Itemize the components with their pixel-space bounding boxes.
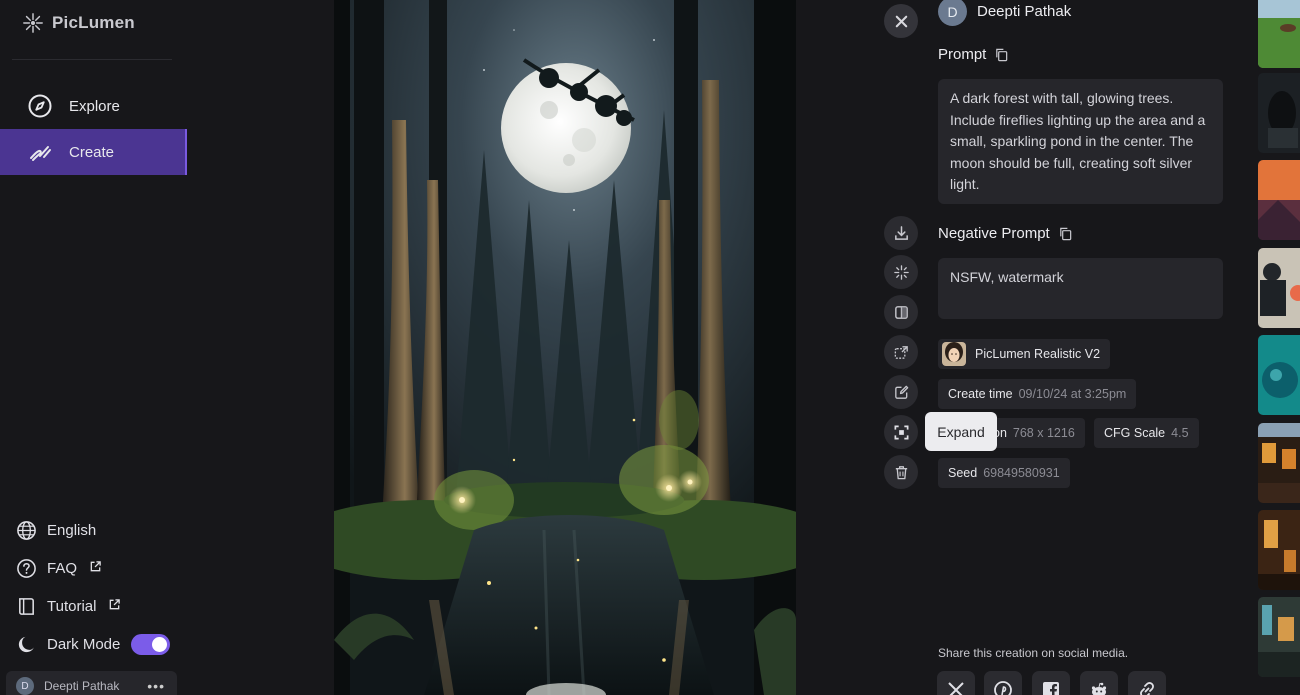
forest-artwork: [334, 0, 796, 695]
negative-prompt-text: NSFW, watermark: [938, 258, 1223, 319]
edit-button[interactable]: [884, 375, 918, 409]
seed-label: Seed: [948, 466, 978, 480]
thumbnail-item[interactable]: [1258, 335, 1300, 415]
thumbnail-item[interactable]: [1258, 423, 1300, 503]
compass-icon: [28, 94, 52, 118]
user-account-card[interactable]: D Deepti Pathak •••: [6, 671, 177, 695]
x-icon: [948, 682, 964, 695]
reddit-icon: [1091, 682, 1107, 695]
book-icon: [19, 597, 34, 615]
edit-icon: [894, 385, 908, 399]
share-link-button[interactable]: [1128, 671, 1166, 695]
prompt-title: Prompt: [938, 46, 987, 63]
create-time-label: Create time: [948, 387, 1013, 401]
vary-button[interactable]: [884, 255, 918, 289]
share-caption: Share this creation on social media.: [938, 646, 1129, 660]
avatar: D: [938, 0, 967, 26]
logo-icon: [23, 13, 43, 33]
expand-tooltip: Expand: [925, 412, 997, 451]
copy-icon[interactable]: [1058, 226, 1073, 241]
prompt-heading: Prompt: [938, 46, 1009, 63]
share-pinterest-button[interactable]: [984, 671, 1022, 695]
expand-button[interactable]: [884, 415, 918, 449]
app-logo[interactable]: PicLumen: [22, 10, 135, 36]
sidebar: PicLumen Explore Create English FAQ Tuto…: [0, 0, 187, 695]
resolution-value: 768 x 1216: [1012, 426, 1075, 440]
thumbnail-item[interactable]: [1258, 510, 1300, 590]
thumbnail-item[interactable]: [1258, 0, 1300, 68]
external-link-icon: [87, 560, 102, 577]
facebook-icon: [1043, 682, 1059, 695]
thumbnail-item[interactable]: [1258, 248, 1300, 328]
dark-mode-toggle[interactable]: [131, 634, 170, 655]
expand-icon: [894, 425, 908, 439]
close-icon: [895, 15, 907, 27]
avatar: D: [16, 677, 34, 695]
faq-link[interactable]: FAQ: [16, 555, 102, 581]
moon-icon: [18, 636, 34, 652]
trash-icon: [895, 465, 907, 479]
more-options-icon[interactable]: •••: [147, 678, 165, 694]
tutorial-link[interactable]: Tutorial: [16, 593, 121, 619]
thumbnail-item[interactable]: [1258, 597, 1300, 677]
link-icon: [1140, 682, 1154, 695]
share-reddit-button[interactable]: [1080, 671, 1118, 695]
model-thumbnail: [942, 342, 966, 366]
compare-button[interactable]: [884, 295, 918, 329]
share-x-button[interactable]: [937, 671, 975, 695]
prompt-text: A dark forest with tall, glowing trees. …: [938, 79, 1223, 204]
delete-button[interactable]: [884, 455, 918, 489]
create-time-chip: Create time 09/10/24 at 3:25pm: [938, 379, 1137, 409]
brush-icon: [30, 146, 51, 161]
model-name: PicLumen Realistic V2: [975, 347, 1101, 361]
nav-create-label: Create: [69, 143, 115, 161]
thumbnail-item[interactable]: [1258, 160, 1300, 240]
pinterest-icon: [994, 681, 1012, 695]
globe-icon: [17, 520, 36, 540]
cfg-scale-value: 4.5: [1171, 426, 1189, 440]
seed-chip: Seed 69849580931: [938, 458, 1070, 488]
upscale-button[interactable]: [884, 335, 918, 369]
compare-icon: [894, 305, 908, 319]
dark-mode-label: Dark Mode: [47, 635, 121, 653]
tutorial-label: Tutorial: [47, 597, 97, 615]
model-badge[interactable]: PicLumen Realistic V2: [938, 339, 1111, 369]
language-label: English: [47, 521, 97, 539]
nav-explore[interactable]: Explore: [0, 83, 187, 129]
share-facebook-button[interactable]: [1032, 671, 1070, 695]
download-icon: [894, 225, 908, 240]
upscale-icon: [894, 345, 908, 359]
cfg-scale-chip: CFG Scale 4.5: [1094, 418, 1199, 448]
app-name: PicLumen: [52, 13, 135, 32]
author-name: Deepti Pathak: [977, 3, 1072, 20]
thumbnail-item[interactable]: [1258, 73, 1300, 153]
create-time-value: 09/10/24 at 3:25pm: [1018, 387, 1127, 401]
nav-explore-label: Explore: [69, 97, 120, 115]
generated-image[interactable]: [334, 0, 796, 695]
user-name: Deepti Pathak: [44, 679, 120, 693]
author-info[interactable]: D Deepti Pathak: [938, 0, 1071, 26]
negative-prompt-title: Negative Prompt: [938, 225, 1050, 242]
negative-prompt-heading: Negative Prompt: [938, 225, 1073, 242]
external-link-icon: [106, 598, 121, 615]
copy-icon[interactable]: [994, 47, 1009, 62]
close-button[interactable]: [884, 4, 918, 38]
help-circle-icon: [17, 558, 36, 578]
sparkle-icon: [893, 264, 909, 280]
faq-label: FAQ: [47, 559, 78, 577]
language-selector[interactable]: English: [16, 517, 96, 543]
nav-create[interactable]: Create: [0, 129, 187, 175]
download-button[interactable]: [884, 216, 918, 250]
seed-value: 69849580931: [983, 466, 1060, 480]
dark-mode-row: Dark Mode: [16, 631, 120, 657]
cfg-scale-label: CFG Scale: [1104, 426, 1166, 440]
divider: [12, 59, 172, 60]
